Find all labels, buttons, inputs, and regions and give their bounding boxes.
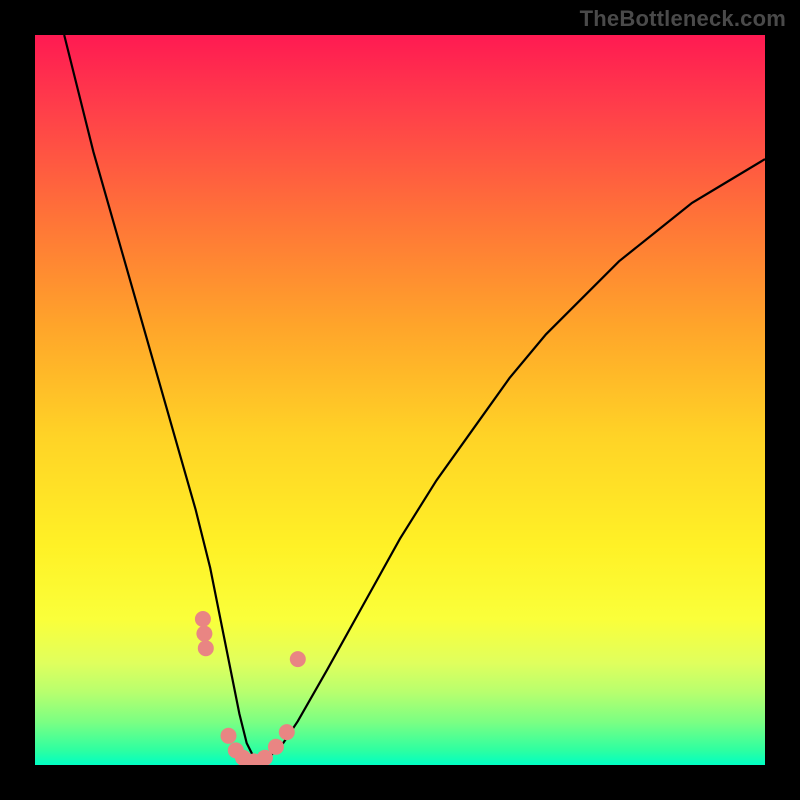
data-marker xyxy=(195,611,211,627)
plot-area xyxy=(35,35,765,765)
chart-overlay xyxy=(35,35,765,765)
marker-group xyxy=(195,611,306,765)
data-marker xyxy=(290,651,306,667)
data-marker xyxy=(196,626,212,642)
data-marker xyxy=(198,640,214,656)
watermark-text: TheBottleneck.com xyxy=(580,6,786,32)
bottleneck-curve xyxy=(64,35,765,761)
data-marker xyxy=(268,739,284,755)
outer-frame: TheBottleneck.com xyxy=(0,0,800,800)
data-marker xyxy=(221,728,237,744)
data-marker xyxy=(279,724,295,740)
